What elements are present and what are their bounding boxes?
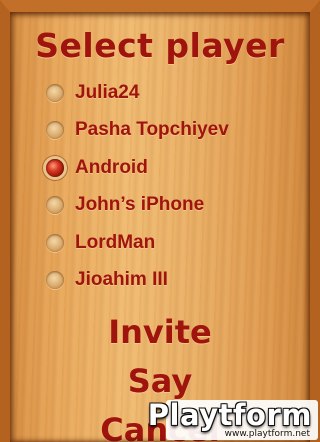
player-option[interactable]: LordMan	[46, 224, 306, 262]
invite-button[interactable]: Invite	[0, 313, 320, 351]
page-title: Select player	[35, 26, 285, 65]
player-option[interactable]: Android	[46, 149, 306, 187]
player-option[interactable]: Jioahim III	[46, 262, 306, 300]
player-list: Julia24 Pasha Topchiyev Android John’s i…	[46, 74, 306, 299]
radio-button[interactable]	[46, 196, 64, 215]
player-name: Jioahim III	[75, 269, 168, 291]
player-name: Pasha Topchiyev	[75, 119, 229, 141]
radio-button-selected[interactable]	[46, 158, 64, 177]
player-option[interactable]: Julia24	[46, 74, 306, 112]
watermark-logo: Playtform	[147, 398, 312, 432]
player-option[interactable]: Pasha Topchiyev	[46, 112, 306, 150]
player-name: John’s iPhone	[75, 194, 205, 216]
radio-button[interactable]	[46, 121, 64, 140]
radio-button[interactable]	[46, 83, 64, 102]
wood-board: Select player Julia24 Pasha Topchiyev An…	[0, 0, 320, 442]
player-option[interactable]: John’s iPhone	[46, 187, 306, 225]
radio-button[interactable]	[46, 233, 64, 252]
player-name: Android	[75, 156, 148, 178]
watermark: Playtform www.playtform.net	[148, 398, 318, 440]
watermark-url: www.playtform.net	[224, 429, 310, 439]
radio-button[interactable]	[46, 271, 64, 290]
player-name: LordMan	[75, 231, 156, 253]
player-name: Julia24	[75, 81, 140, 103]
say-button[interactable]: Say	[0, 362, 320, 400]
